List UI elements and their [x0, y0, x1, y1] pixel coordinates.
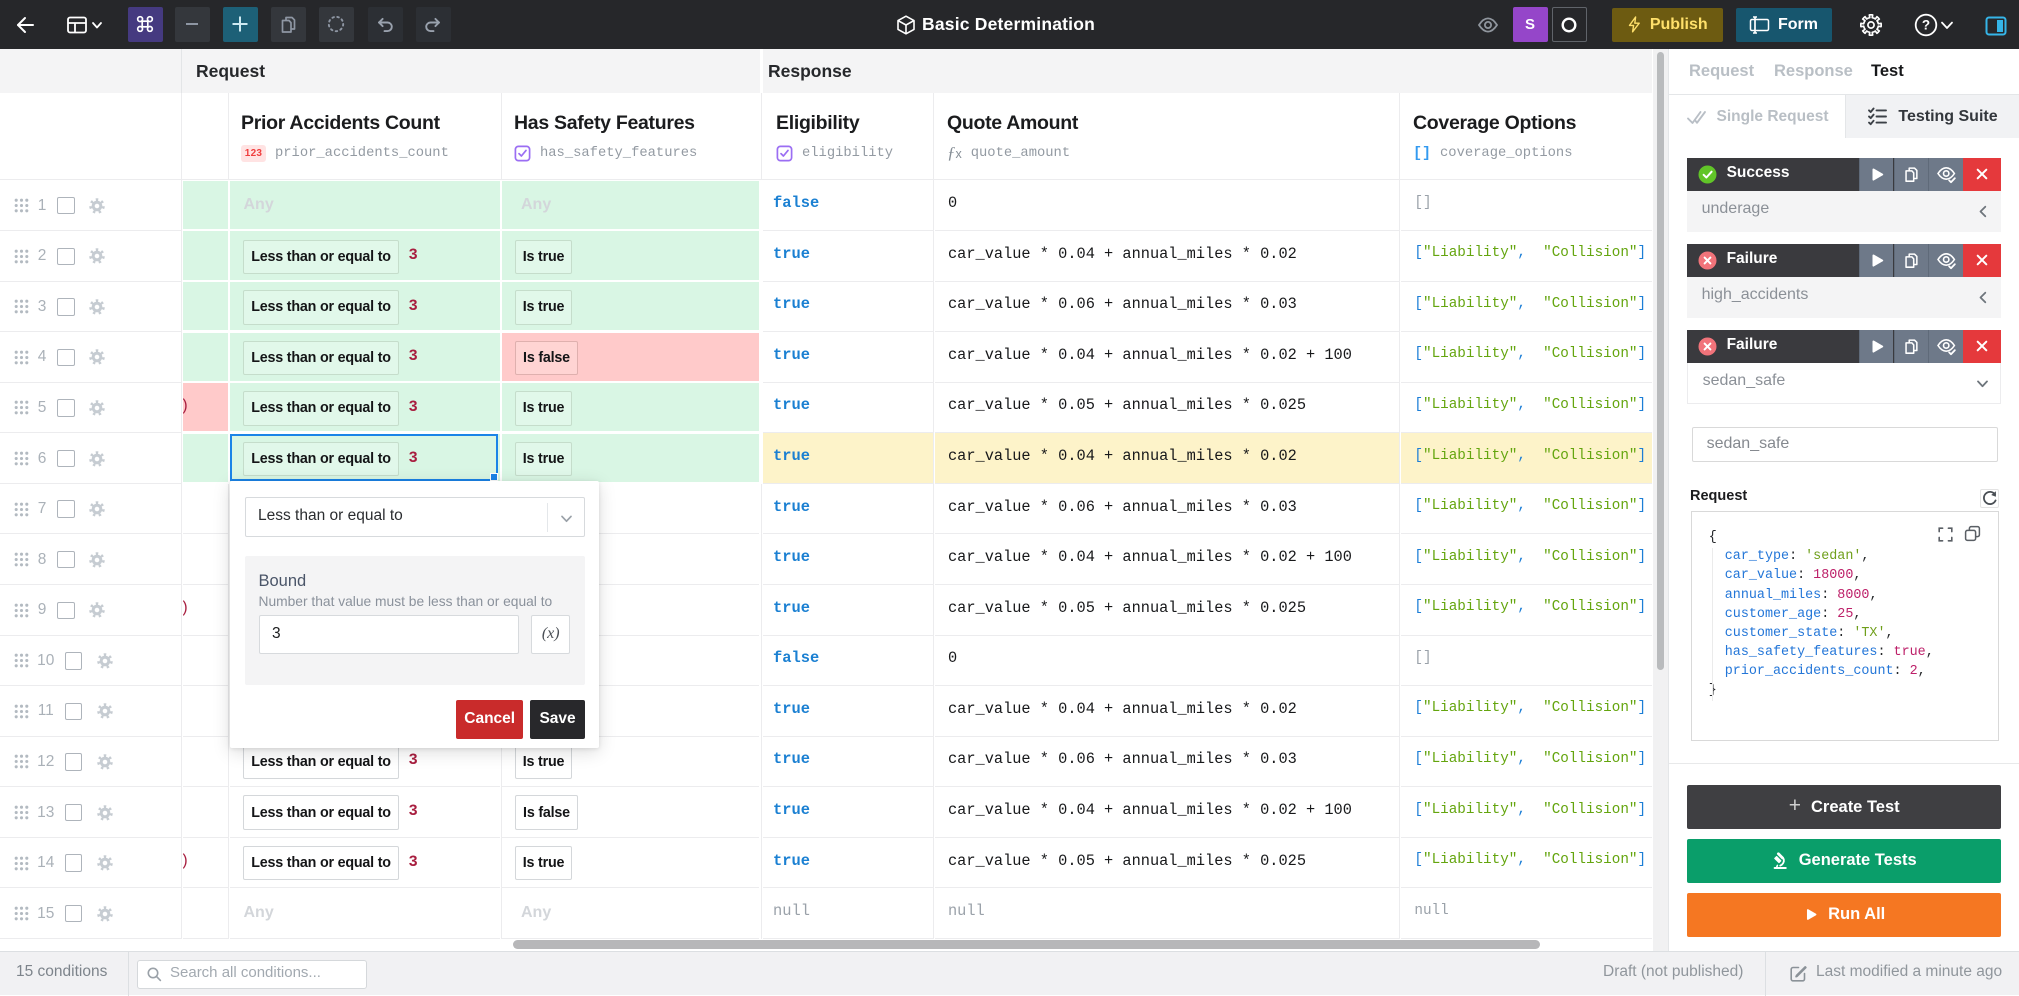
svg-text:?: ?	[1921, 17, 1929, 32]
